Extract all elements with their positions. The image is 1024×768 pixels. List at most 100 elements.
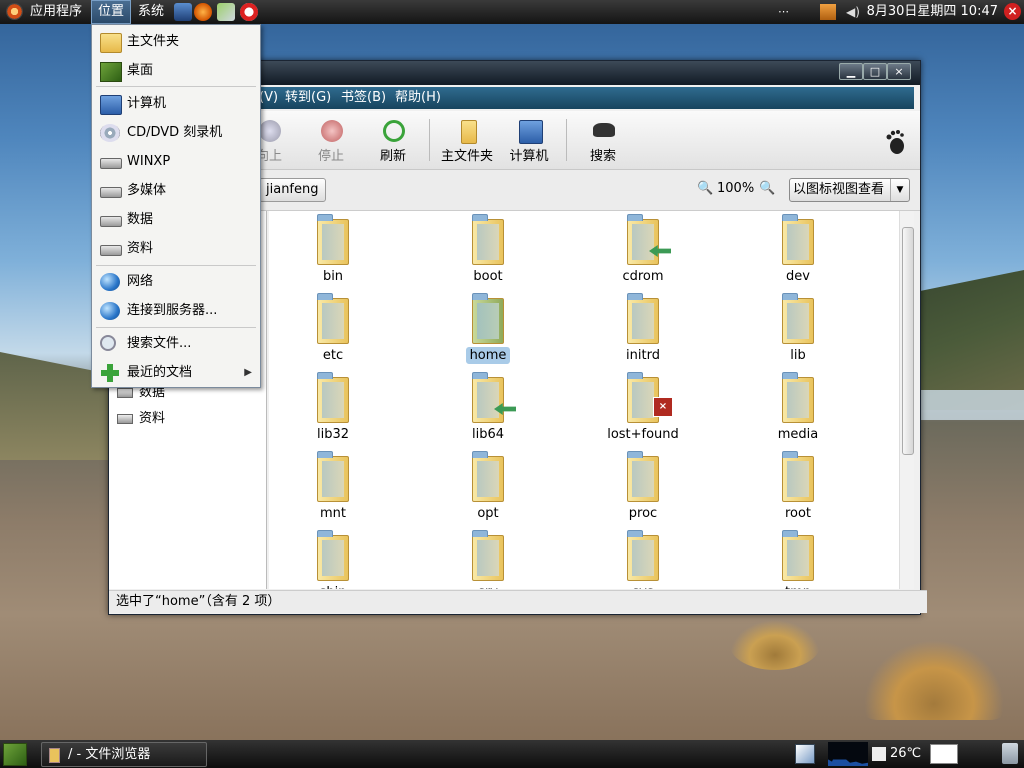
- weather-applet[interactable]: 26℃: [872, 744, 921, 764]
- file-item-home[interactable]: home: [428, 293, 548, 372]
- places-menu-item[interactable]: 资料: [92, 236, 260, 262]
- terminal-launcher-icon[interactable]: [174, 3, 192, 21]
- file-item-sbin[interactable]: sbin: [273, 530, 393, 589]
- file-name: dev: [786, 269, 810, 284]
- reload-button[interactable]: 刷新: [363, 111, 423, 169]
- update-notifier-icon[interactable]: [820, 4, 836, 20]
- file-item-lib[interactable]: lib: [738, 293, 858, 372]
- system-menu[interactable]: 系统: [132, 0, 170, 24]
- minimize-button[interactable]: ▁: [839, 63, 863, 80]
- view-mode-select[interactable]: 以图标视图查看 ▼: [789, 178, 910, 202]
- toolbar-separator: [566, 119, 567, 161]
- file-item-lib32[interactable]: lib32: [273, 372, 393, 451]
- applications-menu[interactable]: 应用程序: [24, 0, 88, 24]
- stop-button[interactable]: 停止: [301, 111, 361, 169]
- places-menu-item[interactable]: 多媒体: [92, 178, 260, 204]
- computer-button[interactable]: 计算机: [499, 111, 559, 169]
- places-menu-item[interactable]: 网络: [92, 269, 260, 295]
- file-name: cdrom: [622, 269, 664, 284]
- places-menu-item[interactable]: 搜索文件...: [92, 331, 260, 357]
- menu-separator: [96, 327, 256, 328]
- search-icon: [100, 335, 116, 351]
- places-menu-item[interactable]: CD/DVD 刻录机: [92, 120, 260, 146]
- cd-burner-icon: [100, 124, 120, 142]
- home-button[interactable]: 主文件夹: [437, 111, 497, 169]
- panel-overflow-icon[interactable]: ⋯: [772, 0, 795, 24]
- file-label: lost+found: [583, 427, 703, 442]
- file-item-bin[interactable]: bin: [273, 214, 393, 293]
- trash-icon[interactable]: [1002, 743, 1018, 764]
- help-launcher-icon[interactable]: [240, 3, 258, 21]
- taskbar-file-browser[interactable]: / - 文件浏览器: [41, 742, 207, 767]
- home-folder-icon: [461, 120, 477, 144]
- unreadable-emblem-icon: ×: [653, 397, 673, 417]
- path-button-jianfeng[interactable]: jianfeng: [259, 178, 326, 202]
- reload-icon: [383, 120, 405, 142]
- file-name: bin: [322, 269, 344, 284]
- folder-icon: [627, 214, 659, 265]
- file-item-opt[interactable]: opt: [428, 451, 548, 530]
- close-button[interactable]: ×: [887, 63, 911, 80]
- workspace-switcher[interactable]: [930, 744, 958, 764]
- places-menu-item[interactable]: 桌面: [92, 58, 260, 84]
- folder-icon: [317, 293, 349, 344]
- search-button[interactable]: 搜索: [573, 111, 633, 169]
- places-menu-item[interactable]: 主文件夹: [92, 29, 260, 55]
- places-menu-item[interactable]: WINXP: [92, 149, 260, 175]
- folder-icon: [49, 748, 60, 763]
- file-label: tmp: [738, 585, 858, 589]
- maximize-button[interactable]: □: [863, 63, 887, 80]
- clock[interactable]: 8月30日星期四 10:47: [867, 0, 998, 24]
- file-item-proc[interactable]: proc: [583, 451, 703, 530]
- globe-icon: [100, 302, 120, 320]
- file-label: proc: [583, 506, 703, 521]
- ubuntu-logo-icon[interactable]: [6, 3, 23, 20]
- menu-separator: [96, 265, 256, 266]
- places-menu-item[interactable]: 最近的文档 ▶: [92, 360, 260, 386]
- file-item-lost-found[interactable]: × lost+found: [583, 372, 703, 451]
- menu-view[interactable]: (V): [259, 87, 278, 109]
- menu-help[interactable]: 帮助(H): [395, 87, 441, 109]
- email-launcher-icon[interactable]: [217, 3, 235, 21]
- shutdown-icon[interactable]: ×: [1004, 3, 1021, 20]
- scrollbar-thumb[interactable]: [902, 227, 914, 455]
- file-label: etc: [273, 348, 393, 363]
- firefox-launcher-icon[interactable]: [194, 3, 212, 21]
- file-item-mnt[interactable]: mnt: [273, 451, 393, 530]
- vertical-scrollbar[interactable]: [899, 211, 914, 589]
- places-menu-item[interactable]: 连接到服务器...: [92, 298, 260, 324]
- file-name: lost+found: [607, 427, 679, 442]
- places-menu-item-label: WINXP: [127, 154, 171, 169]
- file-item-lib64[interactable]: lib64: [428, 372, 548, 451]
- menu-bookmarks[interactable]: 书签(B): [341, 87, 386, 109]
- menu-go[interactable]: 转到(G): [285, 87, 331, 109]
- folder-icon: [317, 214, 349, 265]
- network-icon: [100, 273, 120, 291]
- icon-view: bin boot cdrom dev etc home initrd lib lib32 lib6…: [269, 211, 899, 589]
- file-item-dev[interactable]: dev: [738, 214, 858, 293]
- places-menu-item-label: 多媒体: [127, 183, 167, 198]
- places-menu-item[interactable]: 数据: [92, 207, 260, 233]
- zoom-out-icon[interactable]: 🔍: [697, 178, 713, 200]
- file-item-media[interactable]: media: [738, 372, 858, 451]
- file-item-etc[interactable]: etc: [273, 293, 393, 372]
- file-item-cdrom[interactable]: cdrom: [583, 214, 703, 293]
- file-item-boot[interactable]: boot: [428, 214, 548, 293]
- workspace-app-icon[interactable]: [795, 744, 815, 764]
- show-desktop-icon[interactable]: [3, 743, 27, 766]
- places-menu-item[interactable]: 计算机: [92, 91, 260, 117]
- file-item-srv[interactable]: srv: [428, 530, 548, 589]
- system-monitor[interactable]: [828, 742, 868, 766]
- file-name: opt: [477, 506, 499, 521]
- zoom-in-icon[interactable]: 🔍: [759, 178, 775, 200]
- places-menu[interactable]: 位置: [91, 0, 132, 24]
- file-item-root[interactable]: root: [738, 451, 858, 530]
- file-item-tmp[interactable]: tmp: [738, 530, 858, 589]
- file-item-sys[interactable]: sys: [583, 530, 703, 589]
- file-item-initrd[interactable]: initrd: [583, 293, 703, 372]
- desktop-icon: [100, 62, 122, 82]
- side-item-material[interactable]: 资料: [117, 407, 165, 426]
- zoom-level[interactable]: 100%: [717, 178, 754, 200]
- folder-icon: [782, 293, 814, 344]
- volume-icon[interactable]: ◀): [846, 4, 862, 20]
